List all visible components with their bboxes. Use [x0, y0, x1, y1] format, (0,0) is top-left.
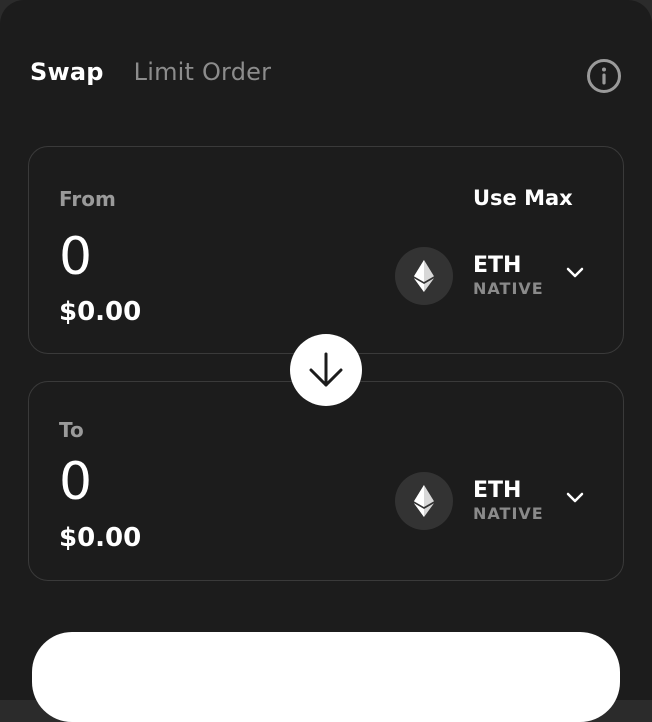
to-amount-input[interactable]: 0: [59, 456, 92, 508]
to-token-type: NATIVE: [473, 504, 544, 523]
ethereum-icon: [395, 247, 453, 305]
from-amount-input[interactable]: 0: [59, 231, 92, 283]
from-usd-value: $0.00: [59, 297, 142, 327]
from-token-type: NATIVE: [473, 279, 544, 298]
from-token-text: ETH NATIVE: [473, 253, 544, 299]
from-label: From: [59, 187, 116, 211]
chevron-down-icon: [566, 267, 583, 278]
to-token-selector[interactable]: ETH NATIVE: [395, 472, 584, 530]
chevron-down-icon: [566, 492, 583, 503]
swap-action-button[interactable]: [32, 632, 620, 722]
to-usd-value: $0.00: [59, 523, 142, 553]
arrow-down-icon: [309, 352, 343, 387]
to-token-text: ETH NATIVE: [473, 478, 544, 524]
swap-panel: Swap Limit Order From Use Max 0 $0.00 ET…: [0, 0, 652, 722]
info-circle-icon: [587, 59, 621, 93]
to-card: To 0 $0.00 ETH NATIVE: [28, 381, 624, 581]
from-token-symbol: ETH: [473, 253, 522, 278]
ethereum-icon: [395, 472, 453, 530]
tab-swap[interactable]: Swap: [30, 58, 104, 86]
to-token-symbol: ETH: [473, 478, 522, 503]
info-button[interactable]: [586, 58, 622, 94]
tab-limit-order[interactable]: Limit Order: [134, 58, 272, 86]
from-card: From Use Max 0 $0.00 ETH NATIVE: [28, 146, 624, 354]
swap-tabs: Swap Limit Order: [30, 58, 271, 86]
swap-direction-button[interactable]: [290, 334, 362, 406]
use-max-button[interactable]: Use Max: [473, 186, 573, 210]
from-token-selector[interactable]: ETH NATIVE: [395, 247, 584, 305]
to-label: To: [59, 418, 84, 442]
